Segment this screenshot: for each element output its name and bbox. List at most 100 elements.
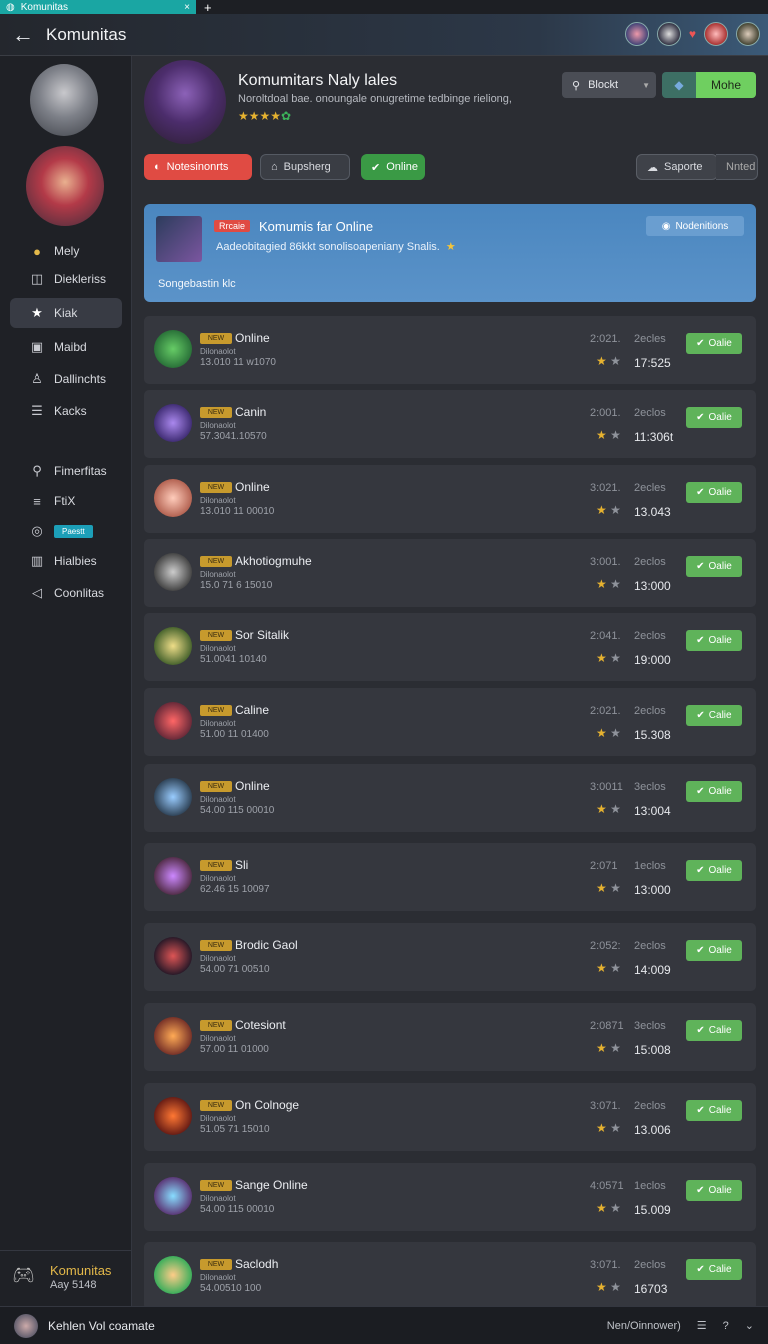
avatar[interactable] [154,778,192,816]
list-item[interactable]: NEW Saclodh Dilonaolot 54.00510 100 3:07… [144,1242,756,1310]
rating-stars: ★ ★ [596,726,621,740]
item-unit: 3eclos [634,1020,666,1032]
sidebar-item-kacks[interactable]: ☰ Kacks [10,396,122,426]
community-title: Komunitas [50,1263,112,1278]
avatar[interactable] [154,404,192,442]
sidebar-item-maibd[interactable]: ▣ Maibd [10,332,122,362]
tab-close-icon[interactable]: × [184,2,190,13]
check-icon: ✔ [696,1105,705,1116]
featured-banner[interactable]: Rrcaie Komumis far Online Aadeobitagied … [144,204,756,302]
list-item[interactable]: NEW Brodic Gaol Dilonaolot 54.00 71 0051… [144,923,756,991]
back-arrow-icon[interactable]: ← [0,22,46,48]
avatar[interactable] [154,1256,192,1294]
user-avatar[interactable] [736,22,760,46]
avatar[interactable] [154,1097,192,1135]
list-item[interactable]: NEW Akhotiogmuhe Dilonaolot 15.0 71 6 15… [144,539,756,607]
list-item[interactable]: NEW Online Dilonaolot 13.010 11 w1070 2:… [144,316,756,384]
online-button[interactable]: ✔ Oalie [686,482,742,503]
item-time: 2:021. [590,333,621,345]
item-time: 2:052: [590,940,621,952]
sidebar-community-card[interactable]: 🎮︎ Komunitas Aay 5148 [0,1250,132,1306]
list-item[interactable]: NEW Online Dilonaolot 54.00 115 00010 3:… [144,764,756,832]
sidebar-avatar-secondary[interactable] [26,146,104,226]
user-avatar[interactable] [14,1313,38,1338]
list-item[interactable]: NEW Sange Online Dilonaolot 54.00 115 00… [144,1163,756,1231]
notifications-button[interactable]: ◐ Notesinonrts [144,154,252,180]
sidebar-item-dallinchts[interactable]: ♙ Dallinchts [10,364,122,394]
online-button[interactable]: ✔ Oalie [686,940,742,961]
item-meta: Dilonaolot [200,795,236,804]
user-icon: ♙ [31,371,43,386]
online-button[interactable]: ✔ Calie [686,705,742,726]
list-icon[interactable]: ☰ [697,1319,707,1332]
profile-avatar[interactable] [144,60,226,144]
sidebar-item-fimerfitas[interactable]: ⚲ Fimerfitas [10,456,122,486]
list-item[interactable]: NEW On Colnoge Dilonaolot 51.05 71 15010… [144,1083,756,1151]
new-tab-icon[interactable]: + [204,0,212,15]
list-item[interactable]: NEW Cotesiont Dilonaolot 57.00 11 01000 … [144,1003,756,1071]
online-button[interactable]: ✔ Oalie [686,860,742,881]
avatar[interactable] [154,857,192,895]
online-button[interactable]: ✔ Calie [686,1020,742,1041]
banner-notifications-button[interactable]: ◉ Nodenitions [646,216,744,236]
home-icon: ⌂ [271,161,278,173]
sidebar-item-paestt[interactable]: ◎ Paestt [10,516,122,546]
online-button[interactable]: ✔ Oalie [686,407,742,428]
online-button[interactable]: ✔ Oalie [686,333,742,354]
sidebar-item-kiak[interactable]: ★ Kiak [10,298,122,328]
noted-button[interactable]: Nnted [716,154,758,180]
chevron-down-icon[interactable]: ⌄ [745,1319,754,1332]
sidebar-item-hialbies[interactable]: ▥ Hialbies [10,546,122,576]
profile-subtitle: Noroltdoal bae. onoungale onugretime ted… [238,93,512,105]
check-icon: ✔ [696,561,705,572]
online-button[interactable]: ✔ Online [361,154,425,180]
new-badge: NEW [200,781,232,792]
list-item[interactable]: NEW Canin Dilonaolot 57.3041.10570 2:001… [144,390,756,458]
avatar[interactable] [154,702,192,740]
help-icon[interactable]: ? [723,1320,729,1332]
avatar[interactable] [154,1177,192,1215]
sidebar-item-coonlitas[interactable]: ◁ Coonlitas [10,578,122,608]
item-time: 2:021. [590,705,621,717]
more-button[interactable]: ◆ Mohe [662,72,756,98]
item-id: 62.46 15 10097 [200,884,270,895]
saporte-button[interactable]: ☁ Saporte [636,154,718,180]
browser-tab-bar: ◍ Komunitas × + [0,0,768,15]
online-button[interactable]: ✔ Calie [686,1259,742,1280]
avatar[interactable] [704,22,728,46]
check-icon: ✔ [696,865,705,876]
avatar[interactable] [656,22,681,46]
online-button[interactable]: ✔ Oalie [686,781,742,802]
sidebar-item-label: Diekleriss [54,272,107,286]
sidebar-avatar-primary[interactable] [30,64,98,136]
avatar[interactable] [154,553,192,591]
online-button[interactable]: ✔ Oalie [686,556,742,577]
avatar[interactable] [624,22,649,46]
item-id: 15.0 71 6 15010 [200,580,273,591]
sidebar-item-mely[interactable]: ● Mely [10,236,122,266]
check-icon: ✔ [696,412,705,423]
check-icon: ✔ [696,338,705,349]
sidebar-item-ftix[interactable]: ≡ FtiX [10,486,122,516]
heart-icon[interactable]: ♥ [689,27,696,41]
list-item[interactable]: NEW Sli Dilonaolot 62.46 15 10097 2:071 … [144,843,756,911]
online-button[interactable]: ✔ Oalie [686,630,742,651]
avatar[interactable] [154,1017,192,1055]
chevron-down-icon: ▼ [642,80,650,90]
online-button[interactable]: ✔ Calie [686,1100,742,1121]
avatar[interactable] [154,937,192,975]
bupsherg-button[interactable]: ⌂ Bupsherg [260,154,350,180]
block-button[interactable]: ⚲ Blockt ▼ [562,72,656,98]
browser-tab[interactable]: ◍ Komunitas × [0,0,196,14]
list-item[interactable]: NEW Sor Sitalik Dilonaolot 51.0041 10140… [144,613,756,681]
avatar[interactable] [154,479,192,517]
banner-thumbnail [156,216,202,262]
avatar[interactable] [154,627,192,665]
sidebar-item-diekleriss[interactable]: ◫ Diekleriss [10,264,122,294]
list-icon: ☰ [31,403,43,418]
noted-label: Nnted [726,161,756,173]
list-item[interactable]: NEW Caline Dilonaolot 51.00 11 01400 2:0… [144,688,756,756]
online-button[interactable]: ✔ Oalie [686,1180,742,1201]
list-item[interactable]: NEW Online Dilonaolot 13.010 11 00010 3:… [144,465,756,533]
avatar[interactable] [154,330,192,368]
